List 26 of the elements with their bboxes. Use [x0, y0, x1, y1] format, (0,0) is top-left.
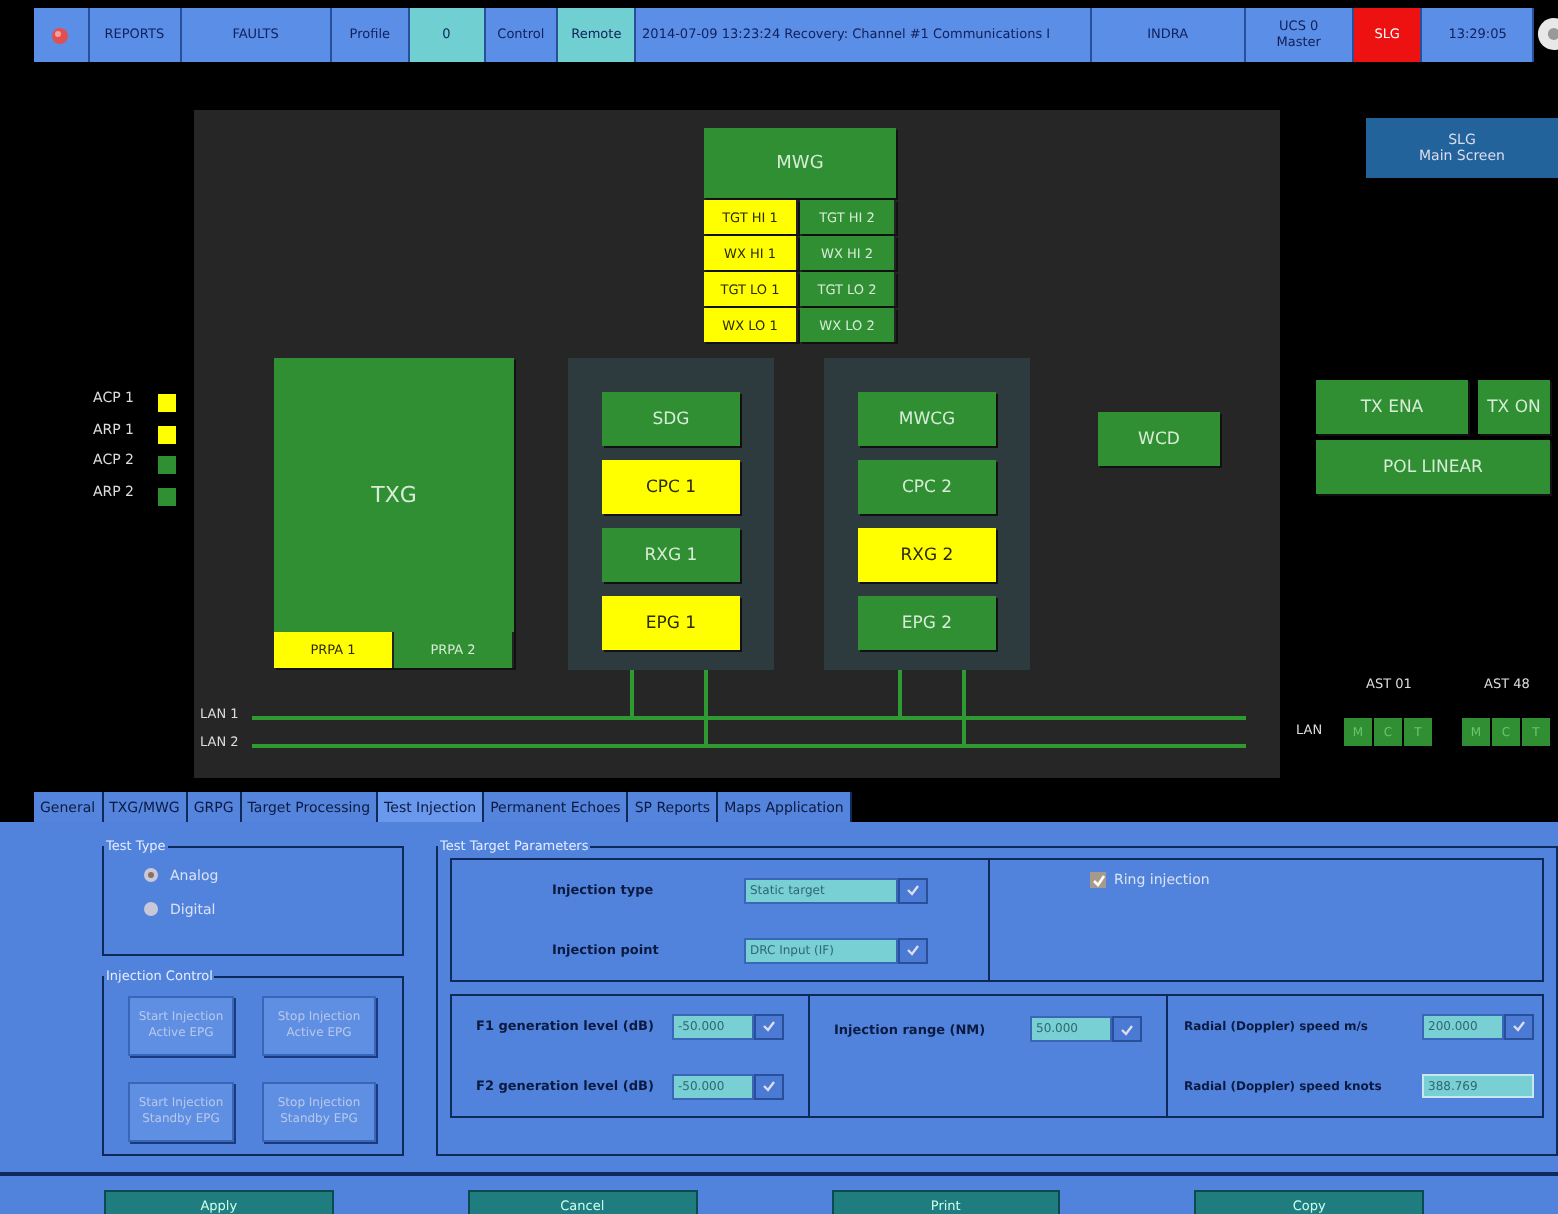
wcd-block[interactable]: WCD	[1098, 412, 1220, 466]
unit-block[interactable]: RXG 1	[602, 528, 740, 582]
radio-button[interactable]	[144, 868, 158, 882]
check-icon	[1091, 873, 1105, 887]
check-icon	[906, 884, 920, 896]
mwg-block[interactable]: MWG	[704, 128, 896, 198]
unit-block[interactable]: EPG 2	[858, 596, 996, 650]
alarm-icon	[50, 25, 71, 45]
unit-block[interactable]: SDG	[602, 392, 740, 446]
check-icon	[762, 1020, 776, 1032]
checkbox[interactable]	[1090, 872, 1106, 888]
radio-button[interactable]	[144, 902, 158, 916]
unit-block[interactable]: CPC 2	[858, 460, 996, 514]
check-icon	[1512, 1020, 1526, 1033]
tx-status-indicator: POL LINEAR	[1316, 440, 1550, 494]
unit-block[interactable]: CPC 1	[602, 460, 740, 514]
tx-status-indicator: TX ON	[1478, 380, 1550, 434]
alarm-button[interactable]	[34, 8, 90, 62]
check-icon	[906, 944, 920, 956]
txg-block[interactable]: TXG	[274, 358, 514, 632]
check-icon	[1120, 1023, 1134, 1035]
check-icon	[762, 1080, 776, 1092]
unit-block[interactable]: EPG 1	[602, 596, 740, 650]
unit-block[interactable]: MWCG	[858, 392, 996, 446]
unit-block[interactable]: RXG 2	[858, 528, 996, 582]
tx-status-indicator: TX ENA	[1316, 380, 1468, 434]
